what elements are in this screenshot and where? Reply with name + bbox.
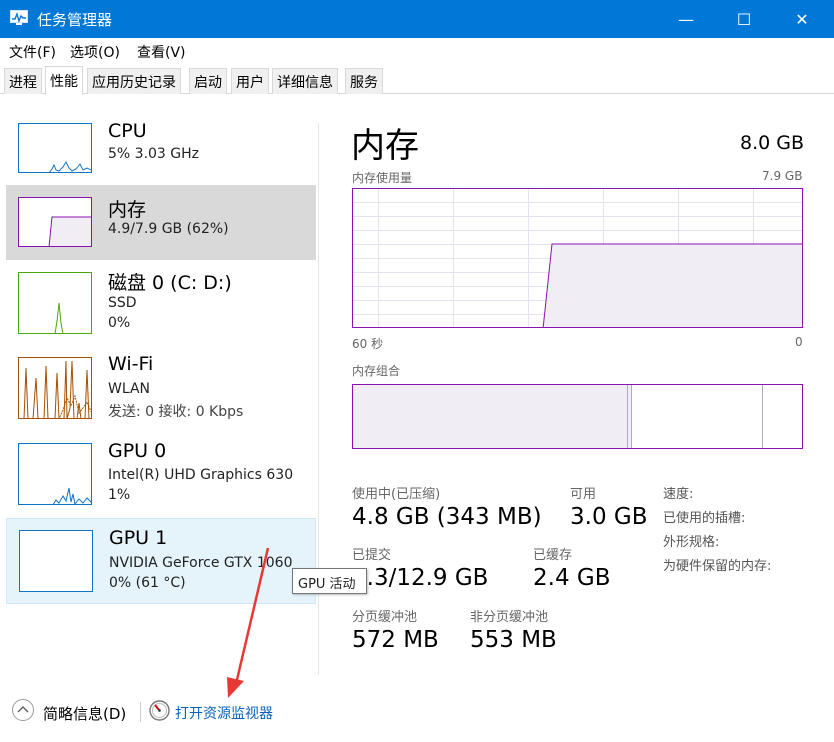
resource-monitor-icon[interactable] xyxy=(149,700,170,721)
sidebar-item-wifi[interactable]: Wi-Fi WLAN 发送: 0 接收: 0 Kbps xyxy=(6,350,316,428)
hardware-reserved-label: 为硬件保留的内存: xyxy=(663,559,772,574)
tab-details[interactable]: 详细信息 xyxy=(272,68,338,94)
sidebar-disk-usage: 0% xyxy=(108,315,131,331)
menu-view[interactable]: 查看(V) xyxy=(137,42,186,62)
sidebar-memory-detail: 4.9/7.9 GB (62%) xyxy=(108,221,229,237)
available-value: 3.0 GB xyxy=(570,504,648,530)
memory-composition-bar xyxy=(352,384,803,449)
sidebar-gpu0-model: Intel(R) UHD Graphics 630 xyxy=(108,467,294,483)
sidebar-item-cpu[interactable]: CPU 5% 3.03 GHz xyxy=(6,112,316,184)
cached-label: 已缓存 xyxy=(533,548,573,563)
sidebar-memory-title: 内存 xyxy=(108,199,147,221)
cached-value: 2.4 GB xyxy=(533,565,611,591)
graph-axis-right: 0 xyxy=(795,335,803,349)
sidebar-cpu-title: CPU xyxy=(108,120,147,142)
menu-file[interactable]: 文件(F) xyxy=(9,42,56,62)
minimize-button[interactable]: — xyxy=(663,0,709,38)
memory-usage-graph xyxy=(352,188,803,328)
tab-processes[interactable]: 进程 xyxy=(4,68,42,94)
page-title: 内存 xyxy=(351,126,419,166)
collapse-details-button[interactable] xyxy=(12,699,34,721)
gpu1-thumbnail-graph xyxy=(19,530,93,592)
sidebar-disk-type: SSD xyxy=(108,295,137,311)
nonpaged-pool-label: 非分页缓冲池 xyxy=(470,610,549,625)
disk-thumbnail-graph xyxy=(18,272,92,334)
committed-value: 5.3/12.9 GB xyxy=(352,565,489,591)
composition-label: 内存组合 xyxy=(352,364,401,378)
tab-bar: 进程 性能 应用历史记录 启动 用户 详细信息 服务 xyxy=(0,64,834,95)
sidebar-gpu0-title: GPU 0 xyxy=(108,440,167,462)
sidebar-gpu1-title: GPU 1 xyxy=(109,527,168,549)
in-use-value: 4.8 GB (343 MB) xyxy=(352,504,542,530)
fewer-details-link[interactable]: 简略信息(D) xyxy=(43,703,126,724)
chevron-up-icon xyxy=(17,706,29,713)
bottom-separator xyxy=(140,702,141,722)
sidebar-gpu0-usage: 1% xyxy=(108,487,131,503)
wifi-thumbnail-graph xyxy=(18,357,92,419)
memory-thumbnail-graph xyxy=(18,197,92,247)
gpu0-thumbnail-graph xyxy=(18,443,92,505)
bottom-bar: 简略信息(D) 打开资源监视器 xyxy=(0,695,834,729)
sidebar-cpu-detail: 5% 3.03 GHz xyxy=(108,146,200,162)
nonpaged-pool-value: 553 MB xyxy=(470,627,557,653)
close-button[interactable]: ✕ xyxy=(779,0,825,38)
menu-bar: 文件(F) 选项(O) 查看(V) xyxy=(0,38,834,64)
resource-sidebar: CPU 5% 3.03 GHz 内存 4.9/7.9 GB (62%) 磁盘 0… xyxy=(0,94,318,674)
paged-pool-label: 分页缓冲池 xyxy=(352,610,418,625)
speed-label: 速度: xyxy=(663,487,694,502)
total-memory: 8.0 GB xyxy=(740,132,805,154)
tab-performance[interactable]: 性能 xyxy=(45,66,83,95)
cpu-thumbnail-graph xyxy=(18,123,92,173)
form-factor-label: 外形规格: xyxy=(663,535,720,550)
sidebar-gpu1-model: NVIDIA GeForce GTX 1060 xyxy=(109,555,293,571)
tab-startup[interactable]: 启动 xyxy=(189,68,227,94)
available-label: 可用 xyxy=(570,487,597,502)
committed-label: 已提交 xyxy=(352,548,392,563)
sidebar-item-disk[interactable]: 磁盘 0 (C: D:) SSD 0% xyxy=(6,262,316,342)
tab-users[interactable]: 用户 xyxy=(231,68,269,94)
sidebar-wifi-title: Wi-Fi xyxy=(108,353,154,375)
sidebar-gpu1-usage: 0% (61 °C) xyxy=(109,575,186,591)
paged-pool-value: 572 MB xyxy=(352,627,439,653)
tab-app-history[interactable]: 应用历史记录 xyxy=(87,68,181,94)
sidebar-item-gpu0[interactable]: GPU 0 Intel(R) UHD Graphics 630 1% xyxy=(6,436,316,514)
window-title: 任务管理器 xyxy=(37,11,113,29)
sidebar-wifi-adapter: WLAN xyxy=(108,381,151,397)
sidebar-disk-title: 磁盘 0 (C: D:) xyxy=(108,272,232,294)
gpu-activity-tooltip: GPU 活动 xyxy=(292,568,367,594)
slots-used-label: 已使用的插槽: xyxy=(663,511,746,526)
task-manager-icon xyxy=(10,10,28,25)
open-resource-monitor-link[interactable]: 打开资源监视器 xyxy=(175,703,273,723)
tab-services[interactable]: 服务 xyxy=(345,68,383,94)
sidebar-wifi-throughput: 发送: 0 接收: 0 Kbps xyxy=(108,404,244,420)
usage-graph-label: 内存使用量 xyxy=(352,171,413,185)
sidebar-item-memory[interactable]: 内存 4.9/7.9 GB (62%) xyxy=(6,185,316,260)
graph-axis-left: 60 秒 xyxy=(352,337,384,351)
maximize-button[interactable]: ☐ xyxy=(721,0,767,38)
menu-options[interactable]: 选项(O) xyxy=(70,42,120,62)
usage-graph-max: 7.9 GB xyxy=(762,169,803,183)
in-use-label: 使用中(已压缩) xyxy=(352,487,441,502)
sidebar-item-gpu1[interactable]: GPU 1 NVIDIA GeForce GTX 1060 0% (61 °C) xyxy=(6,518,316,604)
title-bar: 任务管理器 — ☐ ✕ xyxy=(0,0,834,38)
